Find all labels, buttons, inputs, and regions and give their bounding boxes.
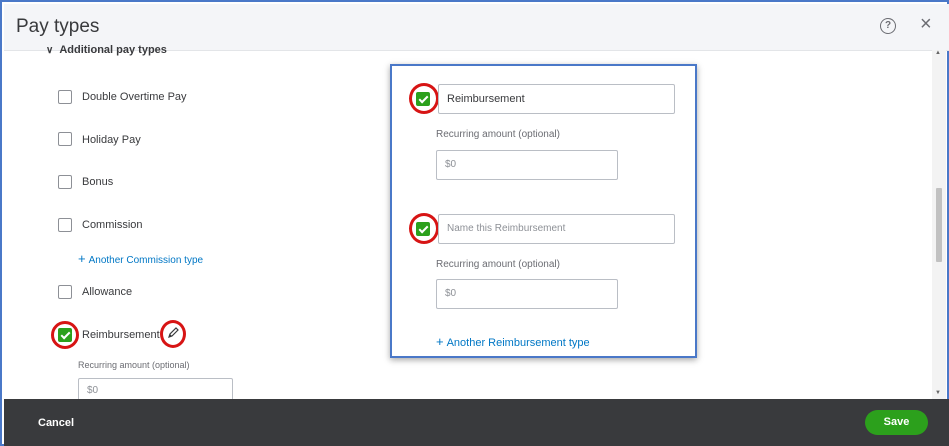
chevron-down-icon: ∨ [46,45,54,56]
section-toggle[interactable]: ∨ Additional pay types [46,44,167,56]
commission-checkbox[interactable] [58,218,72,232]
close-icon[interactable]: × [920,14,932,34]
popup-amount-input-2[interactable]: $0 [436,279,618,309]
commission-label: Commission [82,219,143,231]
reimbursement-checkbox[interactable] [58,328,72,342]
popup-checkbox-1[interactable] [416,92,430,106]
scroll-up-icon[interactable]: ▲ [935,50,941,56]
plus-icon: + [78,251,86,266]
holiday-pay-label: Holiday Pay [82,134,141,146]
save-button[interactable]: Save [865,410,928,435]
cancel-button[interactable]: Cancel [38,417,74,429]
popup-name-input-1[interactable]: Reimbursement [438,84,675,114]
popup-name-input-2[interactable]: Name this Reimbursement [438,214,675,244]
another-commission-link[interactable]: + Another Commission type [78,251,203,266]
double-overtime-checkbox[interactable] [58,90,72,104]
scrollbar-thumb[interactable] [936,188,942,262]
help-icon[interactable]: ? [880,18,896,34]
popup-recurring-label-2: Recurring amount (optional) [436,259,560,270]
another-reimbursement-label: Another Reimbursement type [446,337,590,349]
plus-icon: + [436,334,444,349]
pencil-icon[interactable] [166,326,180,340]
popup-checkbox-2[interactable] [416,222,430,236]
section-title: Additional pay types [59,44,167,56]
holiday-pay-checkbox[interactable] [58,132,72,146]
double-overtime-label: Double Overtime Pay [82,91,187,103]
scroll-down-icon[interactable]: ▼ [935,390,941,396]
bonus-label: Bonus [82,176,114,188]
bonus-checkbox[interactable] [58,175,72,189]
recurring-amount-label: Recurring amount (optional) [78,360,190,370]
popup-amount-input-1[interactable]: $0 [436,150,618,180]
window-frame: Pay types ? × ∨ Additional pay types Doub… [0,0,949,446]
allowance-label: Allowance [82,286,133,298]
zoom-callout: Reimbursement Recurring amount (optional… [390,64,697,358]
another-commission-label: Another Commission type [88,255,204,266]
popup-recurring-label-1: Recurring amount (optional) [436,129,560,140]
dialog-title: Pay types [16,16,100,37]
reimbursement-label: Reimbursement [82,329,160,341]
allowance-checkbox[interactable] [58,285,72,299]
dialog-footer: Cancel Save [4,399,949,446]
another-reimbursement-link[interactable]: + Another Reimbursement type [436,334,590,349]
